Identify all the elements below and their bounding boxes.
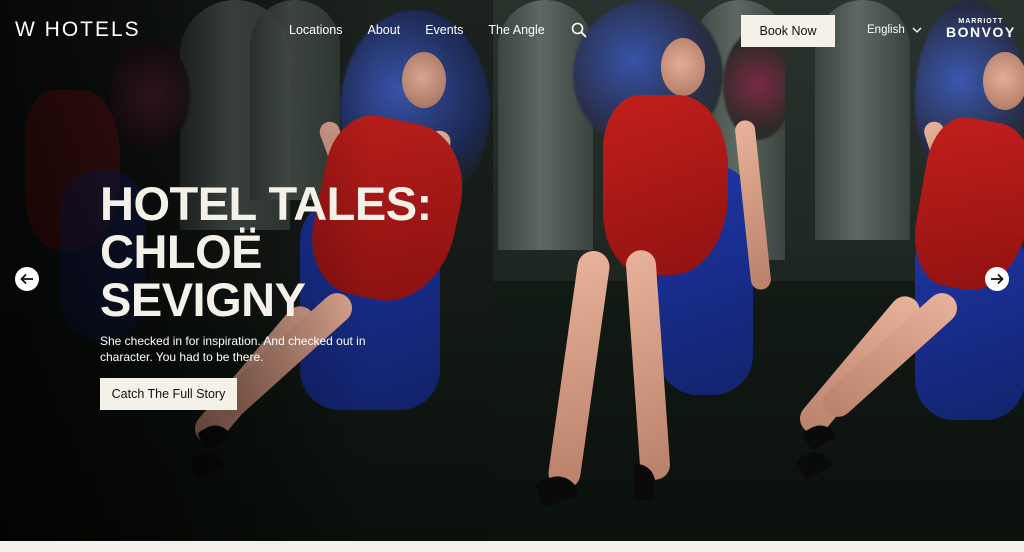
hero-title-line: SEVIGNY: [100, 273, 306, 326]
arrow-right-icon: [991, 273, 1004, 285]
site-header: W HOTELS Locations About Events The Angl…: [0, 0, 1024, 62]
nav-the-angle[interactable]: The Angle: [488, 23, 544, 37]
language-label: English: [867, 24, 905, 36]
chevron-down-icon: [912, 27, 922, 33]
book-now-button[interactable]: Book Now: [741, 15, 835, 47]
hero-title: HOTEL TALES: CHLOË SEVIGNY: [100, 180, 432, 324]
w-hotels-logo[interactable]: W HOTELS: [15, 18, 141, 42]
main-nav: Locations About Events The Angle: [289, 23, 570, 37]
carousel-next-button[interactable]: [985, 267, 1009, 291]
nav-about[interactable]: About: [368, 23, 401, 37]
page-bottom-strip: [0, 541, 1024, 552]
hero-photo-middle: [493, 0, 785, 541]
search-icon[interactable]: [571, 22, 587, 38]
nav-events[interactable]: Events: [425, 23, 463, 37]
arrow-left-icon: [20, 273, 33, 285]
carousel-prev-button[interactable]: [15, 267, 39, 291]
nav-locations[interactable]: Locations: [289, 23, 343, 37]
hero-carousel: W HOTELS Locations About Events The Angl…: [0, 0, 1024, 541]
brand-main: BONVOY: [946, 24, 1016, 40]
hero-title-line: HOTEL TALES:: [100, 177, 432, 230]
language-selector[interactable]: English: [867, 24, 922, 36]
hero-subtitle: She checked in for inspiration. And chec…: [100, 334, 366, 364]
hero-title-line: CHLOË: [100, 225, 262, 278]
catch-full-story-button[interactable]: Catch The Full Story: [100, 378, 237, 410]
marriott-bonvoy-logo[interactable]: MARRIOTT BONVOY: [946, 18, 1016, 40]
